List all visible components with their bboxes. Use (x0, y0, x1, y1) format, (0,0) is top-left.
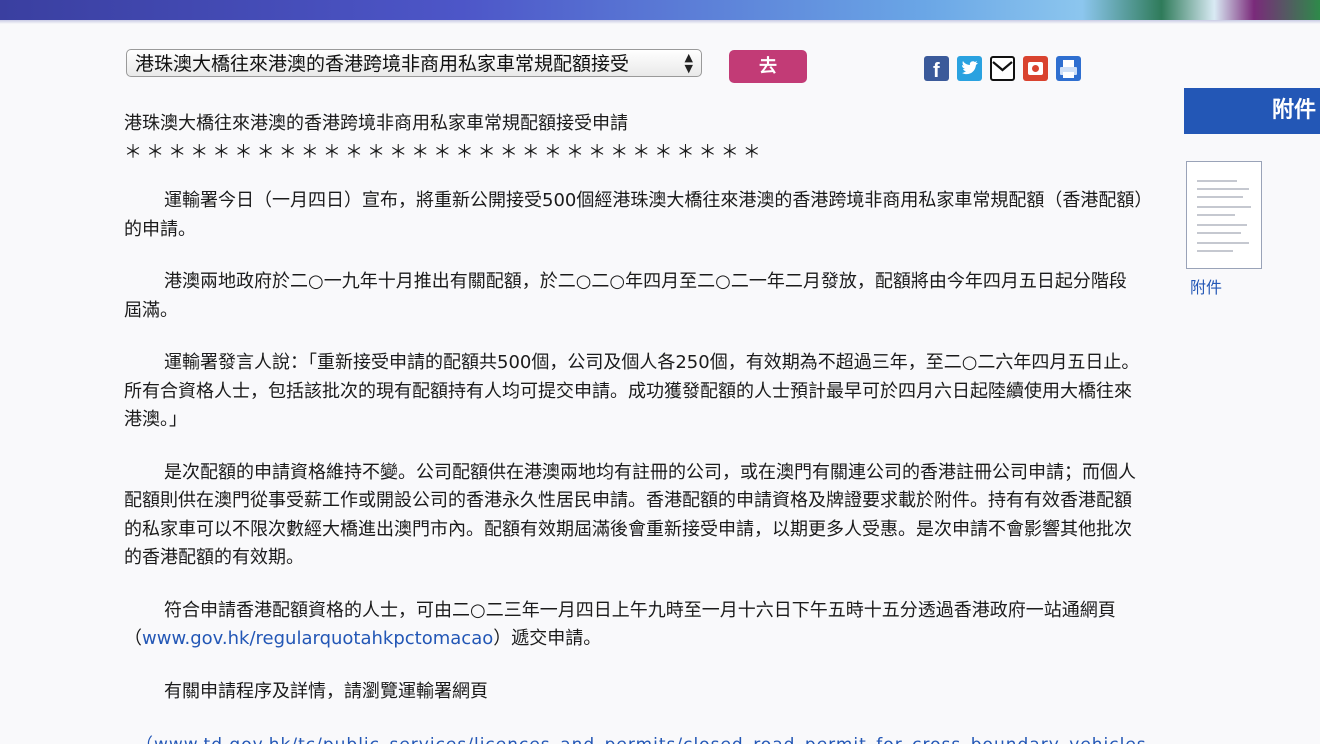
svg-text:f: f (933, 60, 940, 81)
facebook-icon[interactable]: f (924, 56, 949, 81)
site-header-bar (0, 0, 1320, 20)
paragraph-6: 有關申請程序及詳情，請瀏覽運輸署網頁 (164, 680, 488, 702)
td-website-link[interactable]: （www.td.gov.hk/tc/public_services/licenc… (136, 730, 1146, 744)
paragraph-1: 運輸署今日（一月四日）宣布，將重新公開接受500個經港珠澳大橋往來港澳的香港跨境… (124, 190, 1144, 240)
share-toolbar: f (924, 56, 1081, 82)
select-value: 港珠澳大橋往來港澳的香港跨境非商用私家車常規配額接受 (135, 53, 630, 75)
press-release-select[interactable]: 港珠澳大橋往來港澳的香港跨境非商用私家車常規配額接受 ▲ ▼ (126, 49, 702, 77)
header-shadow (0, 20, 1320, 24)
attachment-banner: 附件 (1184, 88, 1320, 134)
paragraph-2: 港澳兩地政府於二○一九年十月推出有關配額，於二○二○年四月至二○二一年二月發放，… (124, 271, 1127, 321)
title-divider: ＊＊＊＊＊＊＊＊＊＊＊＊＊＊＊＊＊＊＊＊＊＊＊＊＊＊＊＊＊ (124, 141, 765, 163)
article-title: 港珠澳大橋往來港澳的香港跨境非商用私家車常規配額接受申請 (124, 113, 628, 134)
weibo-icon[interactable] (1023, 56, 1048, 81)
select-arrows-icon: ▲ ▼ (684, 51, 693, 75)
article-body: 港珠澳大橋往來港澳的香港跨境非商用私家車常規配額接受申請 ＊＊＊＊＊＊＊＊＊＊＊… (124, 110, 1144, 706)
attachment-thumbnail[interactable] (1186, 161, 1262, 269)
go-button[interactable]: 去 (729, 50, 807, 83)
paragraph-5: 符合申請香港配額資格的人士，可由二○二三年一月四日上午九時至一月十六日下午五時十… (124, 597, 1144, 654)
attachment-link[interactable]: 附件 (1190, 274, 1222, 298)
twitter-icon[interactable] (957, 56, 982, 81)
paragraph-4: 是次配額的申請資格維持不變。公司配額供在港澳兩地均有註冊的公司，或在澳門有關連公… (124, 461, 1136, 569)
gov-hk-link[interactable]: www.gov.hk/regularquotahkpctomacao (142, 628, 493, 649)
email-icon[interactable] (990, 56, 1015, 81)
page: 港珠澳大橋往來港澳的香港跨境非商用私家車常規配額接受 ▲▼ 去 f 附件 附件 (0, 0, 1320, 744)
print-icon[interactable] (1056, 56, 1081, 81)
paragraph-5-end: ）遞交申請。 (493, 628, 602, 649)
paragraph-3: 運輸署發言人說：「重新接受申請的配額共500個，公司及個人各250個，有效期為不… (124, 352, 1140, 430)
